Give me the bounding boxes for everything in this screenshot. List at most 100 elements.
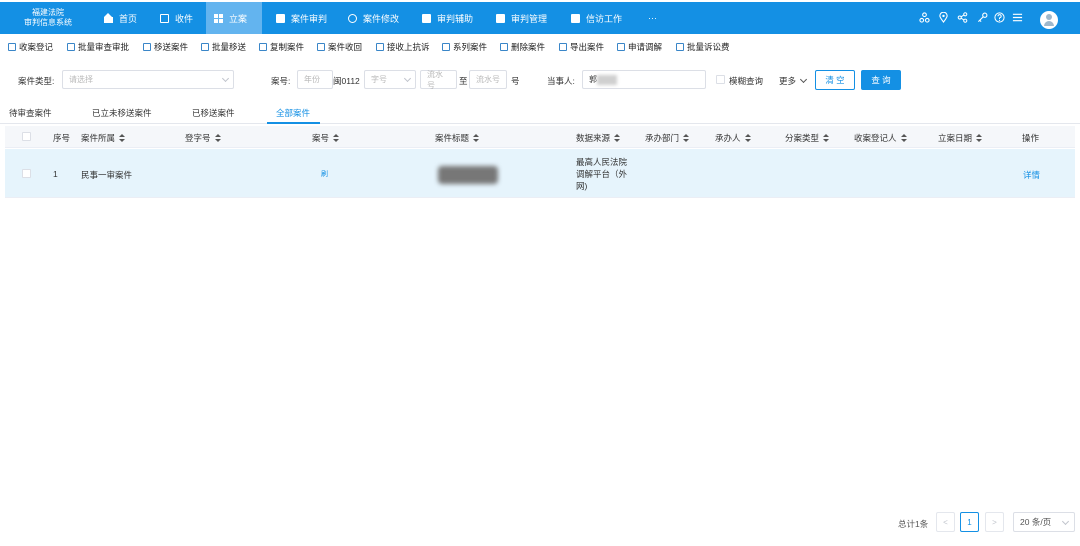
- nav-item-receive[interactable]: 收件: [152, 2, 201, 34]
- col-index: 序号: [53, 133, 71, 143]
- row-checkbox[interactable]: [22, 169, 31, 178]
- next-page-button[interactable]: >: [985, 512, 1004, 532]
- help-icon[interactable]: [994, 12, 1005, 23]
- nav-item-trial[interactable]: 案件审判: [268, 2, 335, 34]
- col-source[interactable]: 数据来源: [576, 132, 621, 144]
- party-label: 当事人:: [547, 76, 575, 86]
- case-year-input[interactable]: 年份: [297, 70, 333, 89]
- clear-button[interactable]: 清 空: [815, 70, 855, 90]
- col-reg-no[interactable]: 登字号: [185, 132, 221, 144]
- page-1-button[interactable]: 1: [960, 512, 979, 532]
- avatar[interactable]: [1040, 11, 1058, 29]
- col-date[interactable]: 立案日期: [938, 132, 983, 144]
- sort-icon: [333, 134, 340, 142]
- delete-case-button[interactable]: 删除案件: [500, 41, 545, 53]
- sort-icon: [214, 134, 221, 142]
- sort-icon: [614, 134, 621, 142]
- sort-icon: [119, 134, 126, 142]
- more-filters-toggle[interactable]: 更多: [779, 75, 808, 87]
- nav-item-modify[interactable]: 案件修改: [340, 2, 407, 34]
- tab-filed-not-transferred[interactable]: 已立未移送案件: [92, 107, 152, 119]
- recall-case-button[interactable]: 案件收回: [317, 41, 362, 53]
- key-icon[interactable]: [977, 12, 988, 23]
- party-input[interactable]: 郭: [582, 70, 706, 89]
- nav-item-assist[interactable]: 审判辅助: [414, 2, 481, 34]
- col-label: 案号: [312, 133, 330, 143]
- fuzzy-query-label: 模糊查询: [729, 76, 764, 86]
- prev-page-button[interactable]: <: [936, 512, 955, 532]
- page-size-select[interactable]: 20 条/页: [1013, 512, 1075, 532]
- mediation-icon: [617, 43, 625, 51]
- col-case-no[interactable]: 案号: [312, 132, 340, 144]
- menu-icon[interactable]: [1012, 12, 1023, 23]
- col-category[interactable]: 案件所属: [81, 132, 126, 144]
- col-action: 操作: [1022, 133, 1040, 143]
- trash-icon: [500, 43, 508, 51]
- search-button[interactable]: 查 询: [861, 70, 901, 90]
- redacted-text: [597, 75, 617, 85]
- case-no-label: 案号:: [271, 76, 291, 86]
- register-case-button[interactable]: 收案登记: [8, 41, 53, 53]
- nav-item-petition[interactable]: 信访工作: [563, 2, 630, 34]
- active-tab-indicator: [267, 122, 320, 124]
- apply-mediation-button[interactable]: 申请调解: [617, 41, 662, 53]
- batch-transfer-button[interactable]: 批量移送: [201, 41, 246, 53]
- export-icon: [559, 43, 567, 51]
- nav-item-label: 首页: [119, 13, 138, 24]
- share-icon[interactable]: [957, 12, 968, 23]
- case-status-tabs: 待审查案件 已立未移送案件 已移送案件 全部案件: [0, 104, 1080, 124]
- transfer-case-button[interactable]: 移送案件: [143, 41, 188, 53]
- col-type[interactable]: 分案类型: [785, 132, 830, 144]
- select-placeholder: 请选择: [69, 75, 93, 84]
- receive-appeal-button[interactable]: 接收上抗诉: [376, 41, 430, 53]
- detail-link[interactable]: 详情: [1023, 169, 1040, 181]
- batch-fee-button[interactable]: 批量诉讼费: [676, 41, 730, 53]
- sort-icon: [683, 134, 690, 142]
- col-label: 承办部门: [645, 133, 680, 143]
- export-case-button[interactable]: 导出案件: [559, 41, 604, 53]
- top-nav-bar: 福建法院 审判信息系统 首页 收件 立案 案件审判 案件修改 审判辅助 审判管理…: [0, 2, 1080, 34]
- more-label: 更多: [779, 76, 797, 86]
- nav-item-more[interactable]: ···: [640, 2, 665, 34]
- org-icon[interactable]: [919, 12, 930, 23]
- table-header: 序号 案件所属 登字号 案号 案件标题 数据来源 承办部门 承办人 分案类型 收…: [5, 126, 1075, 148]
- button-label: 删除案件: [511, 42, 546, 52]
- nav-item-home[interactable]: 首页: [96, 2, 145, 34]
- case-type-select[interactable]: 请选择: [62, 70, 234, 89]
- filing-icon: [214, 13, 223, 23]
- tab-transferred[interactable]: 已移送案件: [192, 107, 235, 119]
- nav-item-label: 收件: [175, 13, 194, 24]
- button-label: 案件收回: [328, 42, 363, 52]
- case-word-select[interactable]: 字号: [364, 70, 416, 89]
- app-logo[interactable]: 福建法院 审判信息系统: [18, 8, 78, 28]
- cell-source-line1: 最高人民法院: [576, 157, 628, 167]
- select-all-checkbox[interactable]: [22, 132, 31, 141]
- case-type-label: 案件类型:: [18, 76, 55, 86]
- cell-source-line2: 调解平台（外: [576, 169, 628, 179]
- input-placeholder: 年份: [304, 75, 320, 84]
- series-case-button[interactable]: 系列案件: [442, 41, 487, 53]
- col-title[interactable]: 案件标题: [435, 132, 480, 144]
- nav-item-management[interactable]: 审判管理: [488, 2, 555, 34]
- input-placeholder: 字号: [371, 75, 387, 84]
- serial-to-input[interactable]: 流水号: [469, 70, 507, 89]
- button-label: 收案登记: [19, 42, 54, 52]
- tab-pending-review[interactable]: 待审查案件: [9, 107, 52, 119]
- cell-case-no[interactable]: 刷: [321, 169, 328, 179]
- button-label: 复制案件: [270, 42, 305, 52]
- col-handler[interactable]: 承办人: [715, 132, 751, 144]
- copy-icon: [259, 43, 267, 51]
- col-dept[interactable]: 承办部门: [645, 132, 690, 144]
- location-icon[interactable]: [938, 12, 949, 23]
- fuzzy-query-checkbox[interactable]: [716, 75, 725, 84]
- table-row[interactable]: 1 民事一审案件 刷 最高人民法院 调解平台（外 网) 详情: [5, 149, 1075, 198]
- copy-case-button[interactable]: 复制案件: [259, 41, 304, 53]
- batch-review-button[interactable]: 批量审查审批: [67, 41, 129, 53]
- serial-from-input[interactable]: 流水号: [420, 70, 457, 90]
- button-label: 移送案件: [154, 42, 189, 52]
- col-registrar[interactable]: 收案登记人: [854, 132, 907, 144]
- appeal-icon: [376, 43, 384, 51]
- nav-item-filing[interactable]: 立案: [206, 2, 262, 34]
- party-value: 郭: [589, 75, 597, 84]
- tab-all-cases[interactable]: 全部案件: [276, 107, 310, 119]
